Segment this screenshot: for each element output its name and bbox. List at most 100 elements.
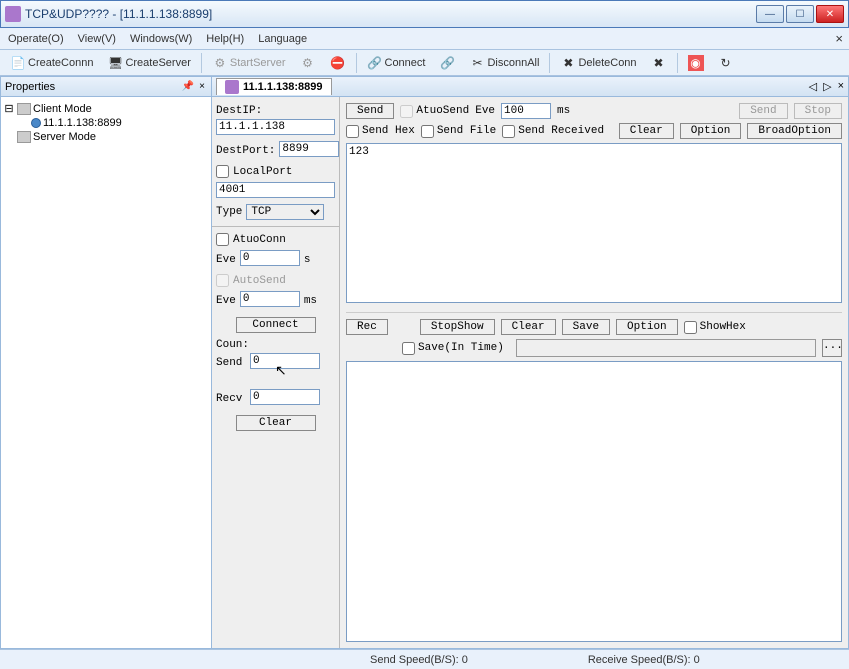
- stop-show-button[interactable]: StopShow: [420, 319, 495, 335]
- eve-conn-label: Eve: [216, 254, 236, 266]
- create-server-button[interactable]: 🖥CreateServer: [101, 52, 196, 74]
- recv-clear-button[interactable]: Clear: [501, 319, 556, 335]
- create-conn-button[interactable]: 📄CreateConnn: [4, 52, 99, 74]
- type-select[interactable]: TCP: [246, 204, 324, 220]
- pin-icon[interactable]: 📌: [183, 82, 193, 92]
- dest-ip-label: DestIP:: [216, 105, 335, 117]
- toolbar-icon-1[interactable]: ⚙: [294, 52, 322, 74]
- folder-icon: [17, 131, 31, 143]
- save-in-time-checkbox[interactable]: [402, 342, 415, 355]
- recv-option-button[interactable]: Option: [616, 319, 678, 335]
- stop-icon: ⛔: [330, 55, 346, 71]
- tree-server-mode[interactable]: Server Mode: [3, 130, 209, 144]
- connect-button[interactable]: 🔗Connect: [361, 52, 432, 74]
- properties-title: Properties: [5, 81, 55, 93]
- params-connect-button[interactable]: Connect: [236, 317, 316, 333]
- tab-close-icon[interactable]: ×: [838, 80, 844, 93]
- show-hex-label: ShowHex: [700, 321, 746, 333]
- dest-port-input[interactable]: [279, 141, 339, 157]
- dest-port-label: DestPort:: [216, 145, 275, 157]
- tab-icon: [225, 80, 239, 94]
- atuo-send-label: AtuoSend: [416, 105, 469, 117]
- show-hex-checkbox[interactable]: [684, 321, 697, 334]
- link-icon: 🔗: [439, 55, 455, 71]
- send-option-button[interactable]: Option: [680, 123, 742, 139]
- save-in-time-label: Save(In Time): [418, 342, 504, 354]
- minimize-button[interactable]: —: [756, 5, 784, 23]
- send-received-checkbox[interactable]: [502, 125, 515, 138]
- refresh-icon: ↻: [718, 55, 734, 71]
- save-path-field[interactable]: [516, 339, 816, 357]
- maximize-button[interactable]: ☐: [786, 5, 814, 23]
- recv-speed-label: Receive Speed(B/S): 0: [588, 654, 700, 666]
- local-port-checkbox[interactable]: [216, 165, 229, 178]
- start-server-button[interactable]: ⚙StartServer: [206, 52, 292, 74]
- record-icon: ◉: [688, 55, 704, 71]
- toolbar-icon-6[interactable]: ↻: [712, 52, 740, 74]
- tab-bar: 11.1.1.138:8899 ◁ ▷ ×: [212, 77, 848, 97]
- send-clear-button[interactable]: Clear: [619, 123, 674, 139]
- toolbar-icon-3[interactable]: 🔗: [433, 52, 461, 74]
- tree-label: Client Mode: [33, 103, 92, 115]
- recv-save-button[interactable]: Save: [562, 319, 610, 335]
- panel-close-icon[interactable]: ×: [197, 82, 207, 92]
- tree-client-mode[interactable]: ⊟ Client Mode: [3, 101, 209, 116]
- window-title: TCP&UDP???? - [11.1.1.138:8899]: [25, 7, 756, 21]
- eve-send-label: Eve: [216, 295, 236, 307]
- recv-textarea[interactable]: [346, 361, 842, 642]
- send2-button: Send: [739, 103, 787, 119]
- create-conn-icon: 📄: [10, 55, 26, 71]
- recv-area: Rec StopShow Clear Save Option ShowHex S…: [346, 319, 842, 642]
- toolbar-separator: [356, 53, 357, 73]
- tree-connection[interactable]: 11.1.1.138:8899: [3, 116, 209, 130]
- menu-windows[interactable]: Windows(W): [130, 33, 192, 45]
- menu-close-icon[interactable]: ×: [835, 31, 843, 46]
- properties-header: Properties 📌 ×: [1, 77, 211, 97]
- toolbar-separator: [677, 53, 678, 73]
- tab-prev-icon[interactable]: ◁: [809, 80, 817, 93]
- auto-send-checkbox: [216, 274, 229, 287]
- menu-view[interactable]: View(V): [78, 33, 116, 45]
- toolbar: 📄CreateConnn 🖥CreateServer ⚙StartServer …: [0, 50, 849, 76]
- eve-conn-input[interactable]: [240, 250, 300, 266]
- send-recv-area: Send AtuoSend Eve ms Send Stop Send Hex …: [340, 97, 848, 648]
- atuo-conn-label: AtuoConn: [233, 234, 286, 246]
- menu-language[interactable]: Language: [258, 33, 307, 45]
- send-count-label: Send: [216, 357, 246, 369]
- tab-title: 11.1.1.138:8899: [243, 81, 323, 93]
- tab-next-icon[interactable]: ▷: [823, 80, 831, 93]
- discon-all-button[interactable]: ✂DisconnAll: [463, 52, 545, 74]
- close-button[interactable]: ✕: [816, 5, 844, 23]
- send-area: Send AtuoSend Eve ms Send Stop Send Hex …: [346, 103, 842, 313]
- atuo-conn-checkbox[interactable]: [216, 233, 229, 246]
- local-port-input[interactable]: [216, 182, 335, 198]
- tree-label: Server Mode: [33, 131, 96, 143]
- menu-operate[interactable]: Operate(O): [8, 33, 64, 45]
- params-clear-button[interactable]: Clear: [236, 415, 316, 431]
- send-button[interactable]: Send: [346, 103, 394, 119]
- collapse-icon[interactable]: ⊟: [3, 102, 15, 115]
- local-port-label: LocalPort: [233, 166, 292, 178]
- recv-count-input[interactable]: [250, 389, 320, 405]
- send-eve-input[interactable]: [501, 103, 551, 119]
- toolbar-icon-5[interactable]: ◉: [682, 52, 710, 74]
- eve-send-input[interactable]: [240, 291, 300, 307]
- toolbar-icon-4[interactable]: ✖: [645, 52, 673, 74]
- toolbar-separator: [201, 53, 202, 73]
- browse-button[interactable]: ...: [822, 339, 842, 357]
- broad-option-button[interactable]: BroadOption: [747, 123, 842, 139]
- dest-ip-input[interactable]: [216, 119, 335, 135]
- send-hex-label: Send Hex: [362, 125, 415, 137]
- menu-help[interactable]: Help(H): [206, 33, 244, 45]
- rec-button[interactable]: Rec: [346, 319, 388, 335]
- send-count-input[interactable]: [250, 353, 320, 369]
- delete-conn-button[interactable]: ✖DeleteConn: [554, 52, 642, 74]
- tab-connection[interactable]: 11.1.1.138:8899: [216, 78, 332, 95]
- toolbar-icon-2[interactable]: ⛔: [324, 52, 352, 74]
- send-textarea[interactable]: 123: [346, 143, 842, 303]
- connection-params: DestIP: DestPort: LocalPort Type TCP: [212, 97, 340, 648]
- send-hex-checkbox[interactable]: [346, 125, 359, 138]
- send-file-checkbox[interactable]: [421, 125, 434, 138]
- menu-bar: Operate(O) View(V) Windows(W) Help(H) La…: [0, 28, 849, 50]
- send-eve-label: Eve: [475, 105, 495, 117]
